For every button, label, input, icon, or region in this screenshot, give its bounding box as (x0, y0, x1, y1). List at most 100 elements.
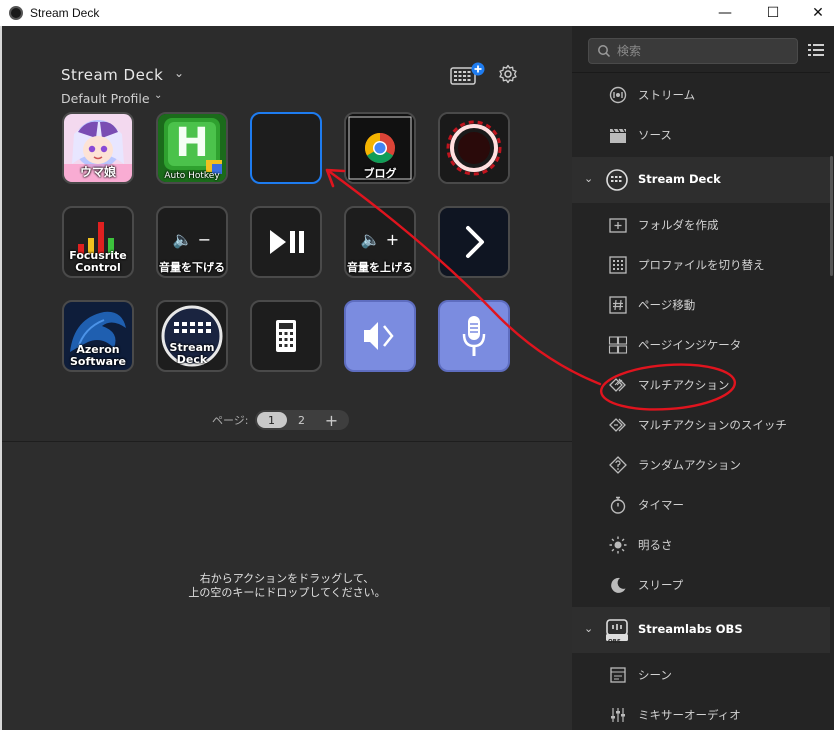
drop-hint-line-2: 上の空のキーにドロップしてください。 (188, 586, 386, 599)
drop-hint-line-1: 右からアクションをドラッグして、 (199, 572, 375, 585)
chevron-right-icon (466, 226, 484, 258)
action-multi-action[interactable]: マルチアクション (572, 365, 830, 405)
action-stream[interactable]: ストリーム (572, 75, 830, 115)
key-play-pause[interactable] (250, 206, 322, 278)
drop-hint: 右からアクションをドラッグして、 上の空のキーにドロップしてください。 (2, 572, 572, 600)
speaker-plus-icon: 🔈 + (360, 230, 400, 249)
key-audio-switch[interactable] (344, 300, 416, 372)
action-scene[interactable]: シーン (572, 655, 830, 695)
action-timer[interactable]: タイマー (572, 485, 830, 525)
main-panel: Stream Deck ⌄ Default Profile ⌄ ウマ娘 H Au… (2, 26, 572, 730)
play-pause-icon (270, 230, 304, 254)
category-stream-deck[interactable]: ⌄ Stream Deck (572, 157, 830, 203)
key-autohotkey[interactable]: H Auto Hotkey (156, 112, 228, 184)
key-label: ウマ娘 (79, 165, 116, 179)
profile-grid-icon (609, 256, 627, 274)
key-microphone[interactable] (438, 300, 510, 372)
calculator-icon (276, 320, 296, 352)
key-label: Azeron Software (70, 343, 126, 368)
action-mixer-audio[interactable]: ミキサーオーディオ (572, 695, 830, 730)
app-logo-icon (9, 6, 23, 20)
sidebar-scrollbar[interactable] (830, 156, 833, 276)
key-volume-down[interactable]: 🔈 − 音量を下げる (156, 206, 228, 278)
key-calculator[interactable] (250, 300, 322, 372)
microphone-icon (462, 316, 486, 356)
action-random-action[interactable]: ランダムアクション (572, 445, 830, 485)
action-switch-profile[interactable]: プロファイルを切り替え (572, 245, 830, 285)
action-page-indicator[interactable]: ページインジケータ (572, 325, 830, 365)
key-focusrite[interactable]: Focusrite Control (62, 206, 134, 278)
stopwatch-icon (610, 496, 626, 514)
chevron-down-icon: ⌄ (584, 172, 594, 185)
add-page-button[interactable]: + (317, 411, 347, 430)
key-label: 音量を上げる (347, 261, 413, 274)
action-label: タイマー (638, 498, 684, 512)
category-label: Stream Deck (638, 172, 721, 186)
speaker-minus-icon: 🔈 − (172, 230, 212, 249)
action-label: フォルダを作成 (638, 218, 719, 232)
action-label: ページインジケータ (638, 338, 742, 352)
page-1-button[interactable]: 1 (256, 412, 287, 428)
page-pager: ページ: 1 2 + (212, 410, 349, 430)
chevron-down-icon: ⌄ (584, 622, 594, 635)
maximize-button[interactable]: ☐ (750, 0, 796, 26)
search-input[interactable] (617, 41, 795, 61)
action-source[interactable]: ソース (572, 115, 830, 155)
window-title: Stream Deck (30, 6, 100, 20)
key-next-page[interactable] (438, 206, 510, 278)
action-create-folder[interactable]: フォルダを作成 (572, 205, 830, 245)
chevron-down-icon[interactable]: ⌄ (154, 90, 162, 101)
stream-broadcast-icon (609, 86, 627, 104)
obs-badge: OBS (608, 639, 621, 645)
multi-action-switch-icon (609, 418, 626, 432)
profile-selector[interactable]: Default Profile (61, 91, 150, 106)
random-action-icon (609, 456, 627, 474)
action-label: シーン (638, 668, 672, 682)
pager-label: ページ: (212, 414, 249, 427)
device-selector[interactable]: Stream Deck (61, 66, 163, 84)
action-label: ミキサーオーディオ (638, 708, 741, 722)
action-label: マルチアクションのスイッチ (638, 418, 787, 432)
action-label: マルチアクション (638, 378, 730, 392)
mixer-sliders-icon (611, 708, 625, 722)
store-keypad-icon[interactable] (450, 62, 486, 86)
gear-icon[interactable] (498, 64, 518, 84)
stream-deck-app: Stream Deck — ☐ ✕ Stream Deck ⌄ Default … (0, 0, 834, 730)
category-label: Streamlabs OBS (638, 622, 743, 636)
action-label: ページ移動 (638, 298, 696, 312)
close-button[interactable]: ✕ (795, 0, 834, 26)
stream-deck-category-icon (606, 169, 628, 191)
actions-sidebar: ストリーム ソース ⌄ Stream Deck (572, 26, 834, 730)
search-box[interactable] (588, 38, 798, 64)
action-multi-action-switch[interactable]: マルチアクションのスイッチ (572, 405, 830, 445)
action-label: 明るさ (638, 538, 673, 552)
multi-action-icon (609, 378, 626, 392)
key-uma-musume[interactable]: ウマ娘 (62, 112, 134, 184)
action-brightness[interactable]: 明るさ (572, 525, 830, 565)
action-page-move[interactable]: ページ移動 (572, 285, 830, 325)
page-indicator-icon (608, 336, 628, 354)
sun-icon (609, 536, 627, 554)
key-empty-selected[interactable] (250, 112, 322, 184)
key-label: ブログ (363, 167, 397, 180)
action-sleep[interactable]: スリープ (572, 565, 830, 605)
divider (572, 72, 830, 73)
action-label: ランダムアクション (638, 458, 741, 472)
category-streamlabs-obs[interactable]: ⌄ OBS Streamlabs OBS (572, 607, 830, 653)
key-stream-deck[interactable]: Stream Deck (156, 300, 228, 372)
minimize-button[interactable]: — (702, 0, 748, 26)
key-volume-up[interactable]: 🔈 + 音量を上げる (344, 206, 416, 278)
autohotkey-letter: H (175, 120, 209, 166)
key-blog[interactable]: ブログ (344, 112, 416, 184)
key-azeron[interactable]: Azeron Software (62, 300, 134, 372)
deck-area: Stream Deck ⌄ Default Profile ⌄ ウマ娘 H Au… (2, 26, 572, 442)
list-view-icon[interactable] (808, 42, 824, 58)
pager-pill: 1 2 + (254, 410, 349, 430)
title-bar: Stream Deck — ☐ ✕ (0, 0, 834, 26)
page-2-button[interactable]: 2 (287, 412, 317, 428)
search-icon (598, 45, 611, 58)
chevron-down-icon[interactable]: ⌄ (174, 66, 184, 80)
key-ff14[interactable] (438, 112, 510, 184)
action-label: プロファイルを切り替え (638, 258, 765, 272)
scene-icon (610, 667, 626, 683)
